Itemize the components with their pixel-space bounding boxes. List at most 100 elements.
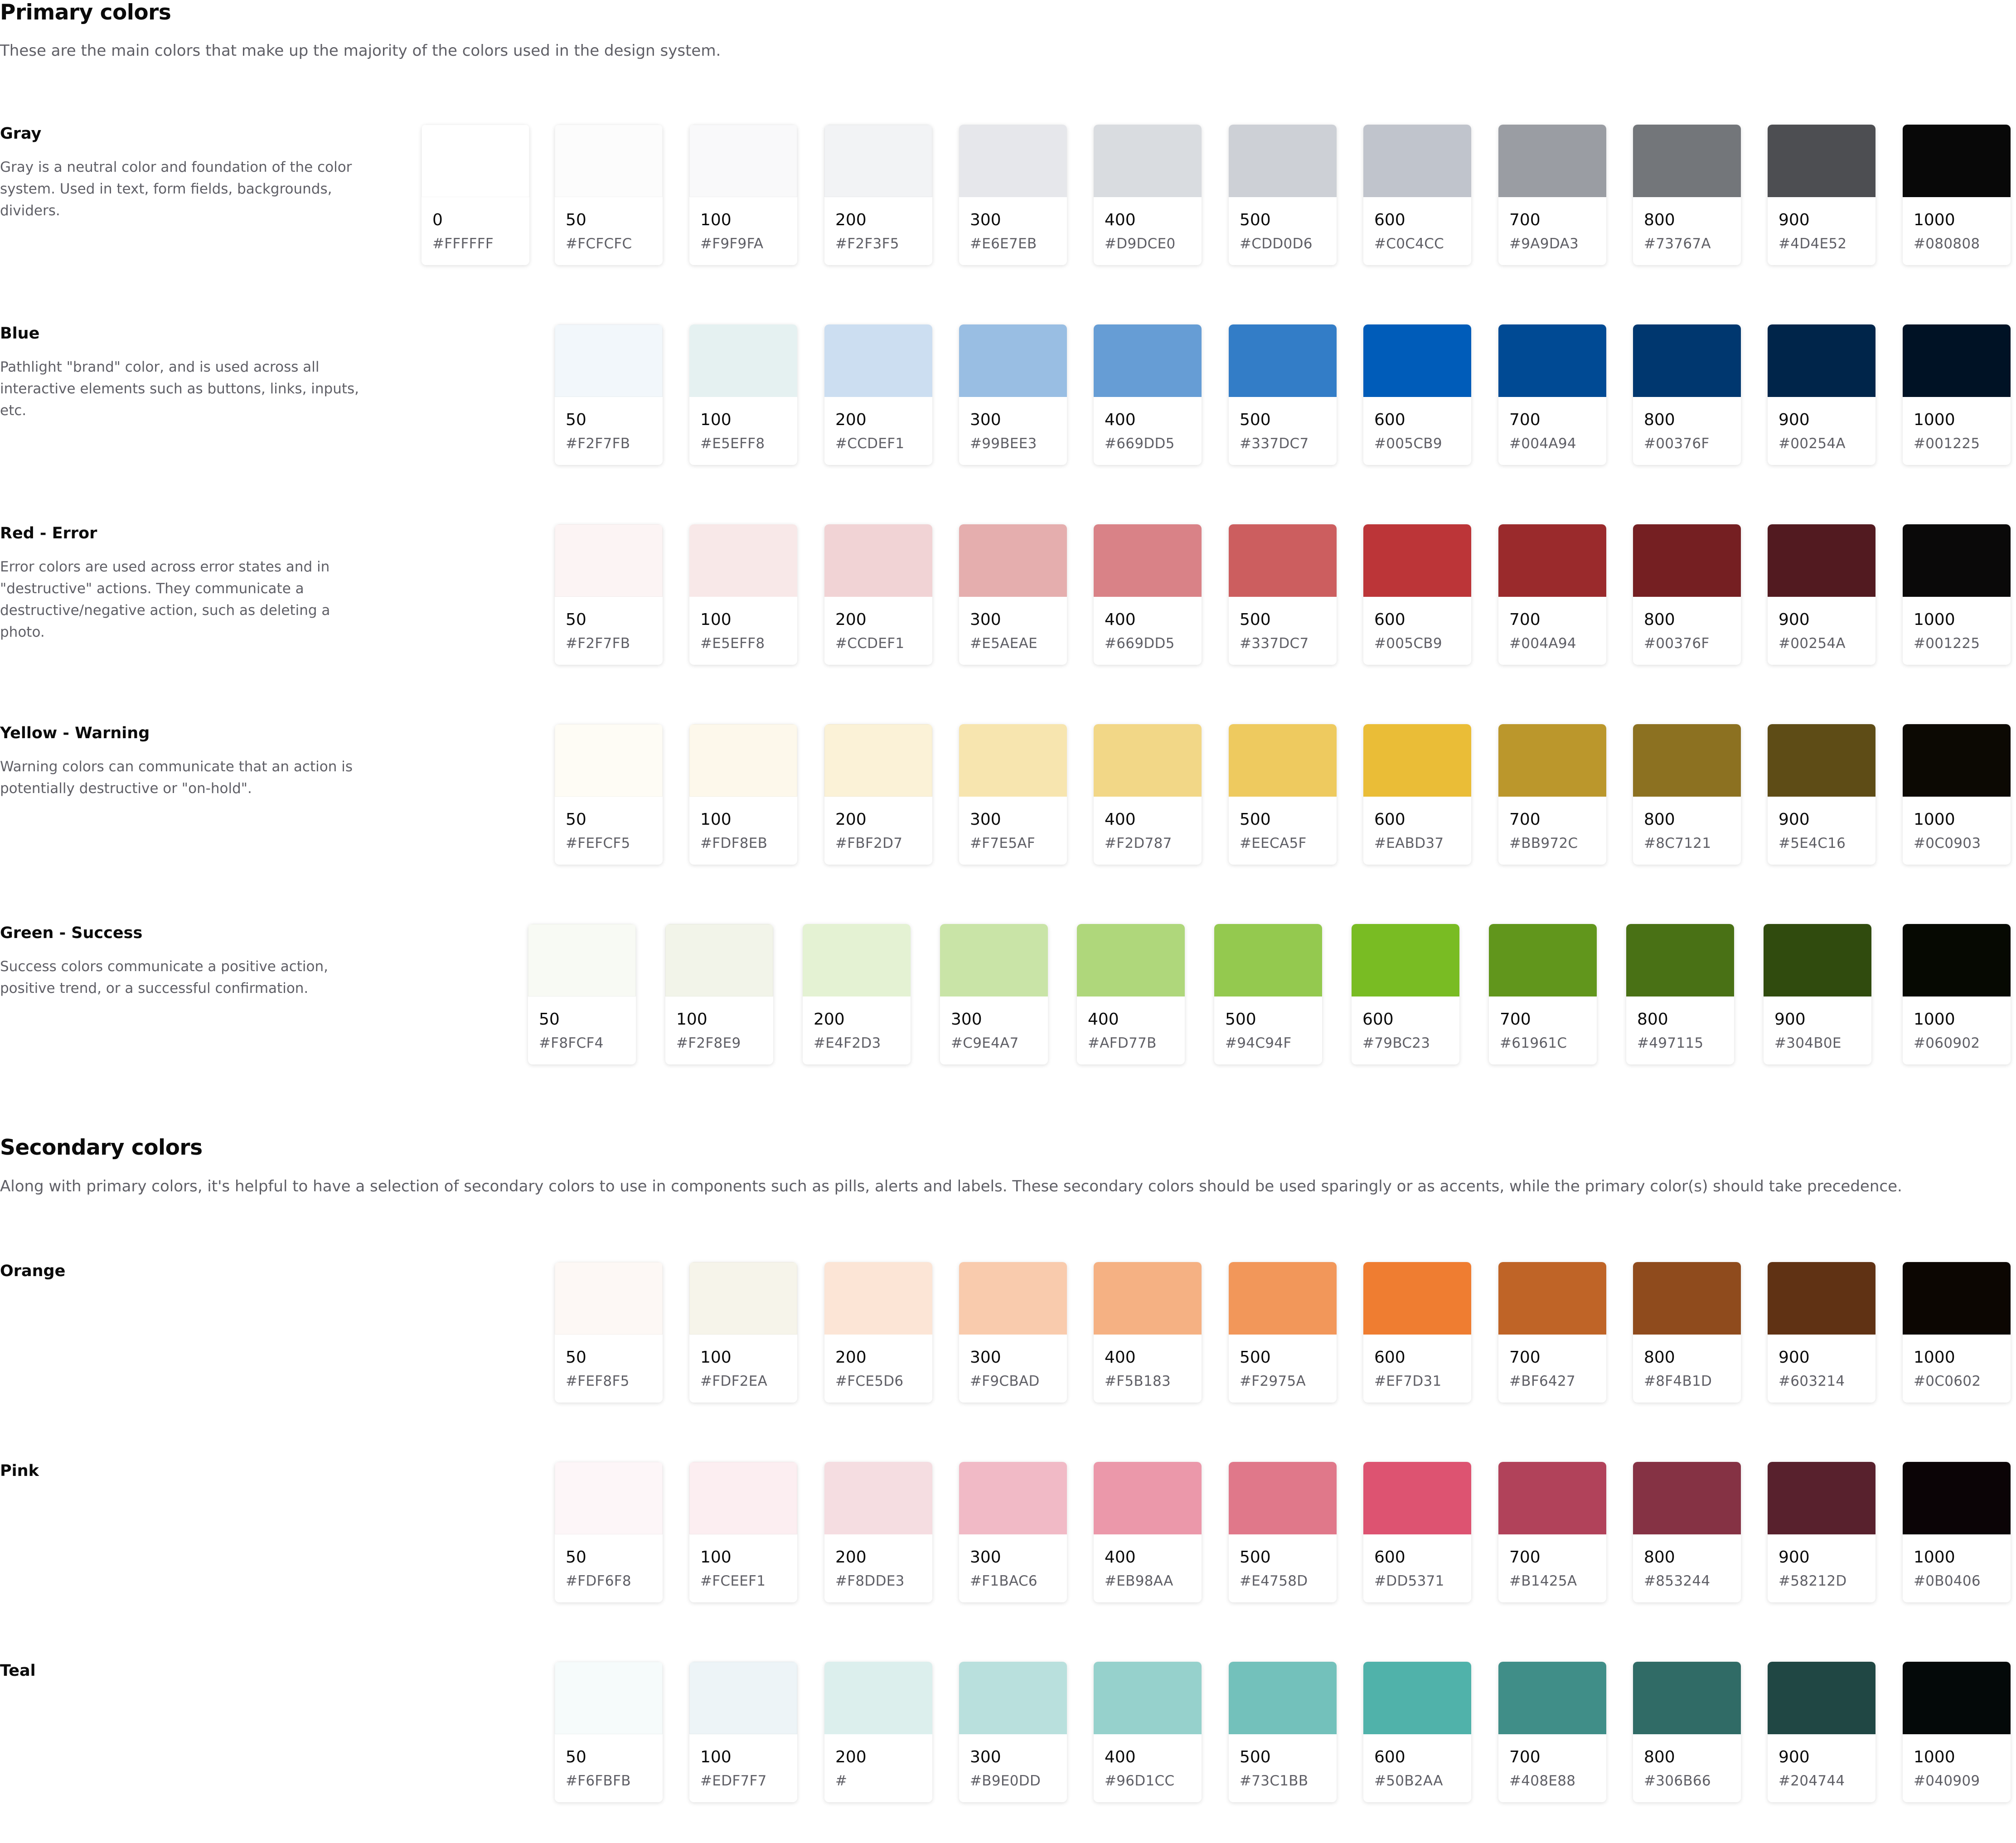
swatch-gray-800[interactable]: 800 #73767A xyxy=(1633,125,1741,265)
swatch-green-success-600[interactable]: 600 #79BC23 xyxy=(1352,924,1459,1064)
swatch-gray-900[interactable]: 900 #4D4E52 xyxy=(1768,125,1875,265)
swatch-yellow-warning-200[interactable]: 200 #FBF2D7 xyxy=(824,724,932,865)
swatch-yellow-warning-600[interactable]: 600 #EABD37 xyxy=(1363,724,1471,865)
swatch-red-error-50[interactable]: 50 #F2F7FB xyxy=(555,524,663,665)
swatch-red-error-400[interactable]: 400 #669DD5 xyxy=(1094,524,1202,665)
swatch-teal-1000[interactable]: 1000 #040909 xyxy=(1903,1662,2011,1802)
swatch-blue-500[interactable]: 500 #337DC7 xyxy=(1229,324,1337,465)
swatch-green-success-400[interactable]: 400 #AFD77B xyxy=(1077,924,1185,1064)
swatch-teal-400[interactable]: 400 #96D1CC xyxy=(1094,1662,1202,1802)
swatch-teal-50[interactable]: 50 #F6FBFB xyxy=(555,1662,663,1802)
swatch-gray-0[interactable]: 0 #FFFFFF xyxy=(422,125,529,265)
swatch-yellow-warning-800[interactable]: 800 #8C7121 xyxy=(1633,724,1741,865)
swatch-step-label: 200 xyxy=(835,1548,867,1567)
swatch-blue-200[interactable]: 200 #CCDEF1 xyxy=(824,324,932,465)
swatch-red-error-900[interactable]: 900 #00254A xyxy=(1768,524,1875,665)
swatch-yellow-warning-400[interactable]: 400 #F2D787 xyxy=(1094,724,1202,865)
swatch-pink-800[interactable]: 800 #853244 xyxy=(1633,1462,1741,1602)
swatch-blue-600[interactable]: 600 #005CB9 xyxy=(1363,324,1471,465)
swatch-teal-200[interactable]: 200 # xyxy=(824,1662,932,1802)
swatch-red-error-800[interactable]: 800 #00376F xyxy=(1633,524,1741,665)
swatch-blue-800[interactable]: 800 #00376F xyxy=(1633,324,1741,465)
swatch-red-error-700[interactable]: 700 #004A94 xyxy=(1498,524,1606,665)
swatch-step-label: 300 xyxy=(970,1348,1001,1367)
swatch-yellow-warning-900[interactable]: 900 #5E4C16 xyxy=(1768,724,1875,865)
swatch-orange-500[interactable]: 500 #F2975A xyxy=(1229,1262,1337,1403)
swatch-step-label: 700 xyxy=(1509,1748,1541,1766)
swatch-blue-900[interactable]: 900 #00254A xyxy=(1768,324,1875,465)
swatch-red-error-100[interactable]: 100 #E5EFF8 xyxy=(689,524,797,665)
swatch-yellow-warning-700[interactable]: 700 #BB972C xyxy=(1498,724,1606,865)
swatch-step-label: 200 xyxy=(835,1348,867,1367)
color-chip xyxy=(1768,1662,1875,1734)
swatch-orange-50[interactable]: 50 #FEF8F5 xyxy=(555,1262,663,1403)
swatch-hex-value: #EB98AA xyxy=(1105,1573,1173,1589)
swatch-orange-800[interactable]: 800 #8F4B1D xyxy=(1633,1262,1741,1403)
swatch-pink-200[interactable]: 200 #F8DDE3 xyxy=(824,1462,932,1602)
swatch-pink-900[interactable]: 900 #58212D xyxy=(1768,1462,1875,1602)
swatch-yellow-warning-500[interactable]: 500 #EECA5F xyxy=(1229,724,1337,865)
swatch-orange-600[interactable]: 600 #EF7D31 xyxy=(1363,1262,1471,1403)
swatch-green-success-100[interactable]: 100 #F2F8E9 xyxy=(665,924,773,1064)
swatch-orange-900[interactable]: 900 #603214 xyxy=(1768,1262,1875,1403)
swatch-pink-700[interactable]: 700 #B1425A xyxy=(1498,1462,1606,1602)
swatch-yellow-warning-50[interactable]: 50 #FEFCF5 xyxy=(555,724,663,865)
swatch-blue-1000[interactable]: 1000 #001225 xyxy=(1903,324,2011,465)
swatch-green-success-800[interactable]: 800 #497115 xyxy=(1626,924,1734,1064)
swatch-teal-300[interactable]: 300 #B9E0DD xyxy=(959,1662,1067,1802)
swatch-red-error-600[interactable]: 600 #005CB9 xyxy=(1363,524,1471,665)
swatch-pink-50[interactable]: 50 #FDF6F8 xyxy=(555,1462,663,1602)
swatch-gray-500[interactable]: 500 #CDD0D6 xyxy=(1229,125,1337,265)
swatch-green-success-50[interactable]: 50 #F8FCF4 xyxy=(528,924,636,1064)
swatch-gray-700[interactable]: 700 #9A9DA3 xyxy=(1498,125,1606,265)
swatch-step-label: 50 xyxy=(566,1548,586,1567)
swatch-teal-600[interactable]: 600 #50B2AA xyxy=(1363,1662,1471,1802)
swatch-orange-100[interactable]: 100 #FDF2EA xyxy=(689,1262,797,1403)
swatch-pink-600[interactable]: 600 #DD5371 xyxy=(1363,1462,1471,1602)
swatch-yellow-warning-300[interactable]: 300 #F7E5AF xyxy=(959,724,1067,865)
swatch-pink-500[interactable]: 500 #E4758D xyxy=(1229,1462,1337,1602)
swatch-teal-100[interactable]: 100 #EDF7F7 xyxy=(689,1662,797,1802)
swatch-hex-value: #FFFFFF xyxy=(432,236,494,252)
swatch-gray-100[interactable]: 100 #F9F9FA xyxy=(689,125,797,265)
swatch-pink-100[interactable]: 100 #FCEEF1 xyxy=(689,1462,797,1602)
swatch-teal-500[interactable]: 500 #73C1BB xyxy=(1229,1662,1337,1802)
swatch-green-success-300[interactable]: 300 #C9E4A7 xyxy=(940,924,1048,1064)
swatch-red-error-200[interactable]: 200 #CCDEF1 xyxy=(824,524,932,665)
swatch-orange-300[interactable]: 300 #F9CBAD xyxy=(959,1262,1067,1403)
color-chip xyxy=(1903,324,2011,397)
swatch-orange-400[interactable]: 400 #F5B183 xyxy=(1094,1262,1202,1403)
swatch-gray-50[interactable]: 50 #FCFCFC xyxy=(555,125,663,265)
swatch-step-label: 900 xyxy=(1774,1010,1806,1029)
swatch-pink-1000[interactable]: 1000 #0B0406 xyxy=(1903,1462,2011,1602)
swatch-yellow-warning-1000[interactable]: 1000 #0C0903 xyxy=(1903,724,2011,865)
swatch-blue-50[interactable]: 50 #F2F7FB xyxy=(555,324,663,465)
swatch-teal-900[interactable]: 900 #204744 xyxy=(1768,1662,1875,1802)
swatch-red-error-1000[interactable]: 1000 #001225 xyxy=(1903,524,2011,665)
swatch-pink-400[interactable]: 400 #EB98AA xyxy=(1094,1462,1202,1602)
swatch-green-success-500[interactable]: 500 #94C94F xyxy=(1214,924,1322,1064)
swatch-green-success-700[interactable]: 700 #61961C xyxy=(1489,924,1597,1064)
swatch-red-error-500[interactable]: 500 #337DC7 xyxy=(1229,524,1337,665)
swatch-yellow-warning-100[interactable]: 100 #FDF8EB xyxy=(689,724,797,865)
swatch-green-success-900[interactable]: 900 #304B0E xyxy=(1764,924,1871,1064)
swatch-gray-200[interactable]: 200 #F2F3F5 xyxy=(824,125,932,265)
swatch-red-error-300[interactable]: 300 #E5AEAE xyxy=(959,524,1067,665)
swatch-gray-400[interactable]: 400 #D9DCE0 xyxy=(1094,125,1202,265)
swatch-gray-600[interactable]: 600 #C0C4CC xyxy=(1363,125,1471,265)
swatch-gray-300[interactable]: 300 #E6E7EB xyxy=(959,125,1067,265)
color-chip xyxy=(1229,324,1337,397)
swatch-orange-700[interactable]: 700 #BF6427 xyxy=(1498,1262,1606,1403)
swatch-orange-1000[interactable]: 1000 #0C0602 xyxy=(1903,1262,2011,1403)
swatch-blue-100[interactable]: 100 #E5EFF8 xyxy=(689,324,797,465)
swatch-orange-200[interactable]: 200 #FCE5D6 xyxy=(824,1262,932,1403)
swatch-green-success-1000[interactable]: 1000 #060902 xyxy=(1903,924,2011,1064)
swatch-pink-300[interactable]: 300 #F1BAC6 xyxy=(959,1462,1067,1602)
swatch-teal-800[interactable]: 800 #306B66 xyxy=(1633,1662,1741,1802)
swatch-gray-1000[interactable]: 1000 #080808 xyxy=(1903,125,2011,265)
swatch-blue-400[interactable]: 400 #669DD5 xyxy=(1094,324,1202,465)
swatch-teal-700[interactable]: 700 #408E88 xyxy=(1498,1662,1606,1802)
swatch-blue-300[interactable]: 300 #99BEE3 xyxy=(959,324,1067,465)
swatch-green-success-200[interactable]: 200 #E4F2D3 xyxy=(803,924,911,1064)
swatch-blue-700[interactable]: 700 #004A94 xyxy=(1498,324,1606,465)
